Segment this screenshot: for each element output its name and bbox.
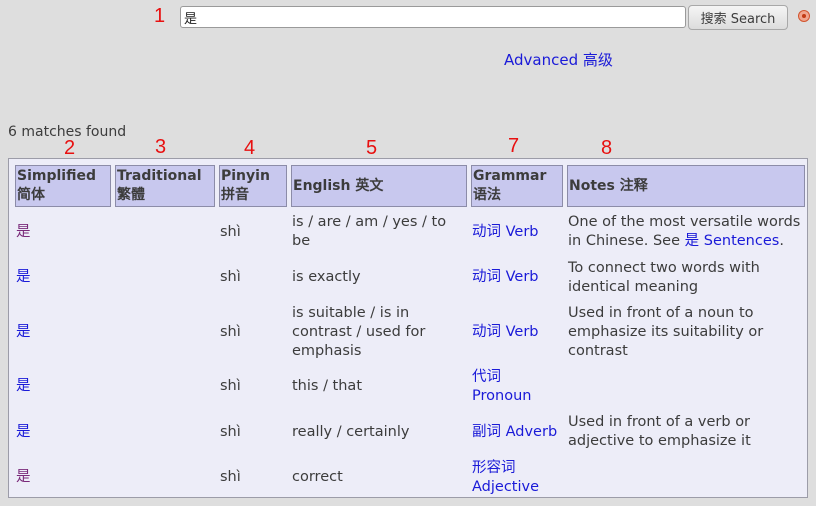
- cell-english: is / are / am / yes / to be: [292, 214, 447, 249]
- header-pinyin-en: Pinyin: [221, 168, 270, 184]
- simplified-link[interactable]: 是: [16, 469, 31, 485]
- results-table: Simplified 简体 Traditional 繁體 Pinyin 拼音 E…: [11, 161, 809, 502]
- marker-5: 5: [366, 137, 378, 159]
- cell-grammar: 代词 Pronoun: [471, 366, 563, 407]
- cell-notes: Used in front of a noun to emphasize its…: [568, 304, 764, 359]
- table-row: 是 shì is / are / am / yes / to be 动词 Ver…: [15, 211, 805, 253]
- cell-grammar: 形容词 Adjective: [471, 457, 563, 498]
- cell-pinyin: shì: [220, 323, 241, 340]
- cell-english: is suitable / is in contrast / used for …: [292, 304, 426, 359]
- cell-notes: [567, 366, 805, 407]
- grammar-link[interactable]: 动词 Verb: [472, 224, 539, 240]
- cell-simplified: 是: [15, 257, 111, 298]
- simplified-link[interactable]: 是: [16, 224, 31, 240]
- cell-english: correct: [292, 469, 343, 485]
- cell-pinyin: shì: [220, 223, 241, 240]
- simplified-link[interactable]: 是: [16, 424, 31, 440]
- grammar-link[interactable]: 动词 Verb: [472, 269, 539, 285]
- grammar-link[interactable]: 代词 Pronoun: [472, 369, 531, 404]
- cell-grammar: 动词 Verb: [471, 257, 563, 298]
- header-simplified-zh: 简体: [17, 187, 45, 203]
- cell-simplified: 是: [15, 302, 111, 362]
- cell-simplified: 是: [15, 366, 111, 407]
- cell-simplified: 是: [15, 411, 111, 453]
- cell-notes: One of the most versatile words in Chine…: [567, 211, 805, 253]
- marker-3: 3: [155, 136, 167, 158]
- header-simplified-en: Simplified: [17, 168, 96, 184]
- table-row: 是 shì really / certainly 副词 Adverb Used …: [15, 411, 805, 453]
- cell-pinyin: shì: [220, 423, 241, 440]
- match-count: 6 matches found: [8, 124, 127, 140]
- cell-notes: Used in front of a verb or adjective to …: [568, 414, 751, 449]
- cell-pinyin: shì: [220, 269, 241, 285]
- header-traditional[interactable]: Traditional 繁體: [115, 165, 215, 207]
- grammar-link[interactable]: 动词 Verb: [472, 324, 539, 340]
- grammar-link[interactable]: 副词 Adverb: [472, 424, 557, 440]
- cell-grammar: 动词 Verb: [471, 211, 563, 253]
- simplified-link[interactable]: 是: [16, 378, 31, 394]
- cell-notes: [567, 457, 805, 498]
- marker-2: 2: [64, 137, 76, 159]
- header-grammar-zh: 语法: [473, 187, 501, 203]
- header-pinyin[interactable]: Pinyin 拼音: [219, 165, 287, 207]
- cell-english: really / certainly: [292, 423, 410, 440]
- header-grammar-en: Grammar: [473, 168, 547, 184]
- cell-notes: To connect two words with identical mean…: [568, 259, 760, 295]
- table-row: 是 shì is exactly 动词 Verb To connect two …: [15, 257, 805, 298]
- simplified-link[interactable]: 是: [16, 324, 31, 340]
- cell-pinyin: shì: [220, 378, 241, 394]
- header-traditional-zh: 繁體: [117, 187, 145, 203]
- table-row: 是 shì correct 形容词 Adjective: [15, 457, 805, 498]
- cell-simplified: 是: [15, 457, 111, 498]
- notes-end: .: [779, 233, 784, 249]
- cell-traditional: [115, 211, 215, 253]
- cell-traditional: [115, 302, 215, 362]
- advanced-search-link[interactable]: Advanced 高级: [504, 49, 613, 70]
- cell-traditional: [115, 366, 215, 407]
- header-traditional-en: Traditional: [117, 168, 202, 184]
- cell-english: this / that: [292, 378, 363, 394]
- marker-4: 4: [244, 137, 256, 159]
- cell-traditional: [115, 257, 215, 298]
- marker-7: 7: [508, 135, 520, 157]
- cell-grammar: 动词 Verb: [471, 302, 563, 362]
- header-notes[interactable]: Notes 注释: [567, 165, 805, 207]
- grammar-link[interactable]: 形容词 Adjective: [472, 460, 539, 495]
- cell-traditional: [115, 457, 215, 498]
- search-button[interactable]: 搜索 Search: [688, 5, 788, 30]
- header-pinyin-zh: 拼音: [221, 187, 249, 203]
- cell-traditional: [115, 411, 215, 453]
- table-header-row: Simplified 简体 Traditional 繁體 Pinyin 拼音 E…: [15, 165, 805, 207]
- simplified-link[interactable]: 是: [16, 269, 31, 285]
- marker-8: 8: [601, 137, 613, 159]
- close-icon[interactable]: [798, 10, 810, 22]
- cell-simplified: 是: [15, 211, 111, 253]
- sentences-link[interactable]: 是 Sentences: [685, 233, 780, 249]
- search-input[interactable]: [180, 6, 686, 28]
- header-grammar[interactable]: Grammar 语法: [471, 165, 563, 207]
- cell-grammar: 副词 Adverb: [471, 411, 563, 453]
- table-row: 是 shì this / that 代词 Pronoun: [15, 366, 805, 407]
- header-english[interactable]: English 英文: [291, 165, 467, 207]
- header-simplified[interactable]: Simplified 简体: [15, 165, 111, 207]
- table-row: 是 shì is suitable / is in contrast / use…: [15, 302, 805, 362]
- results-panel: Simplified 简体 Traditional 繁體 Pinyin 拼音 E…: [8, 158, 808, 498]
- marker-1: 1: [154, 5, 166, 27]
- cell-pinyin: shì: [220, 469, 241, 485]
- cell-english: is exactly: [292, 269, 361, 285]
